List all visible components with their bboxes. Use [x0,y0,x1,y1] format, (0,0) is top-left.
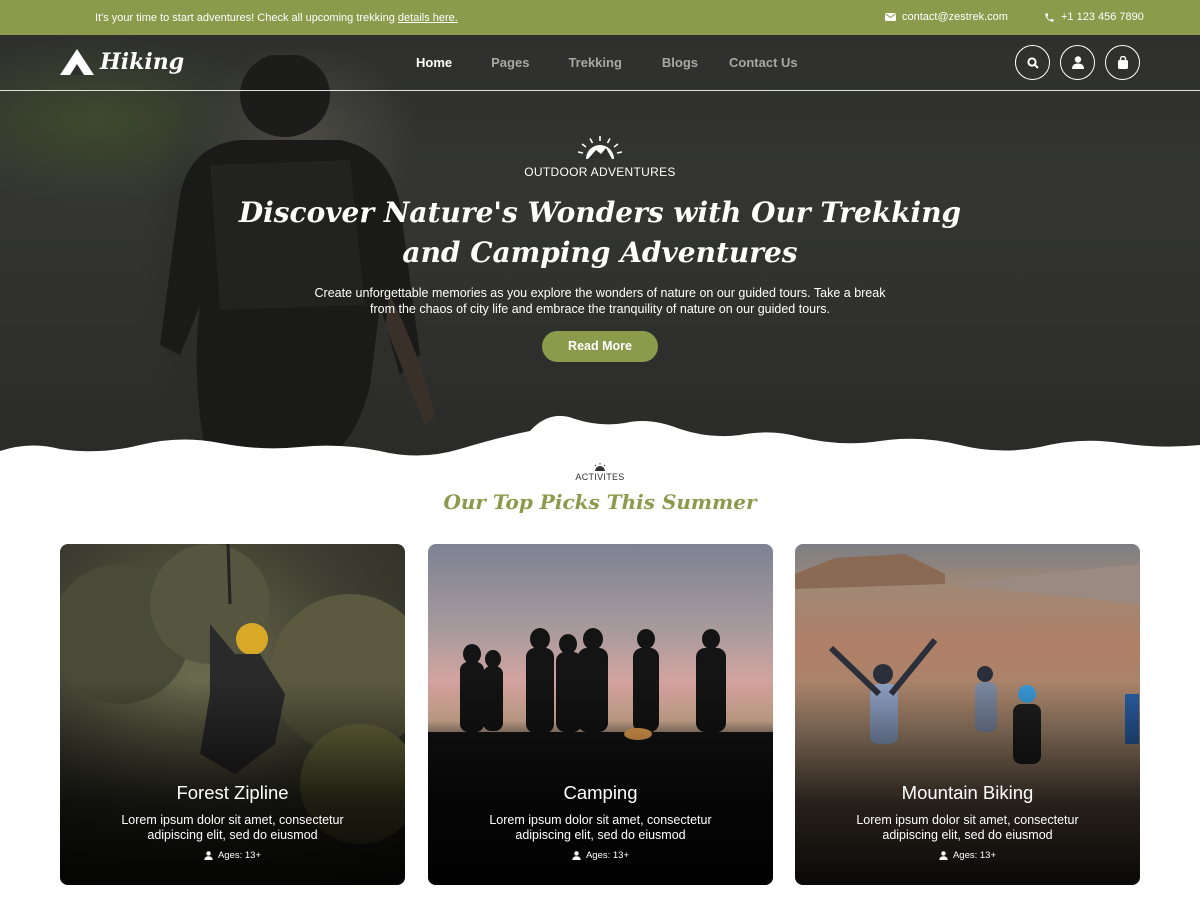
card-title: Camping [563,782,638,803]
sunrise-mountain-icon [577,136,623,159]
mountain-logo-icon [60,49,94,75]
header-icons [1015,45,1140,80]
hero-headline-line1: Discover Nature's Wonders with Our Trekk… [238,196,962,229]
hero-headline-line2: and Camping Adventures [402,236,798,269]
card-description-line2: adipiscing elit, sed do eiusmod [515,828,686,842]
activity-card-forest-zipline[interactable]: Forest Zipline Lorem ipsum dolor sit ame… [60,544,405,885]
card-description: Lorem ipsum dolor sit amet, consectetur … [100,813,365,843]
card-age: Ages: 13+ [795,850,1140,861]
card-age-text: Ages: 13+ [952,850,997,861]
activities-title: Our Top Picks This Summer [443,490,757,514]
activity-card-camping[interactable]: Camping Lorem ipsum dolor sit amet, cons… [428,544,773,885]
announcement: It's your time to start adventures! Chec… [95,12,458,24]
hero-headline: Discover Nature's Wonders with Our Trekk… [0,193,1200,273]
person-icon [572,851,581,860]
bag-icon [1117,56,1128,69]
card-description: Lorem ipsum dolor sit amet, consectetur … [468,813,733,843]
card-description-line1: Lorem ipsum dolor sit amet, consectetur [856,813,1079,827]
person-icon [939,851,948,860]
activity-card-mountain-biking[interactable]: Mountain Biking Lorem ipsum dolor sit am… [795,544,1140,885]
site-logo[interactable]: Hiking [60,49,184,75]
nav-home[interactable]: Home [416,55,452,70]
hero-description-line2: from the chaos of city life and embrace … [370,302,830,316]
search-button[interactable] [1015,45,1050,80]
main-nav: Home Pages Trekking Blogs Contact Us [416,55,798,70]
card-age-text: Ages: 13+ [217,850,262,861]
card-age: Ages: 13+ [60,850,405,861]
card-title: Mountain Biking [901,782,1034,803]
nav-contact-us[interactable]: Contact Us [729,55,798,70]
hero-content: OUTDOOR ADVENTURES Discover Nature's Won… [0,135,1200,362]
nav-pages[interactable]: Pages [491,55,529,70]
card-description: Lorem ipsum dolor sit amet, consectetur … [835,813,1100,843]
card-description-line2: adipiscing elit, sed do eiusmod [882,828,1053,842]
card-description-line1: Lorem ipsum dolor sit amet, consectetur [121,813,344,827]
contact-phone[interactable]: +1 123 456 7890 [1044,11,1144,23]
card-description-line2: adipiscing elit, sed do eiusmod [147,828,318,842]
search-icon [1026,56,1039,69]
main-header: Hiking Home Pages Trekking Blogs Contact… [0,35,1200,91]
card-title: Forest Zipline [176,782,289,803]
top-bar: It's your time to start adventures! Chec… [0,0,1200,35]
small-sunrise-icon [594,463,606,471]
logo-text: Hiking [100,49,185,75]
account-button[interactable] [1060,45,1095,80]
email-text: contact@zestrek.com [902,11,1008,23]
nav-blogs[interactable]: Blogs [662,55,698,70]
hero-tagline: OUTDOOR ADVENTURES [524,165,676,179]
hero-section: Hiking Home Pages Trekking Blogs Contact… [0,35,1200,465]
activities-heading: ACTIVITES Our Top Picks This Summer [0,463,1200,514]
card-description-line1: Lorem ipsum dolor sit amet, consectetur [489,813,712,827]
read-more-button[interactable]: Read More [542,331,658,362]
card-age: Ages: 13+ [428,850,773,861]
hero-description: Create unforgettable memories as you exp… [0,285,1200,317]
details-link[interactable]: details here. [398,12,458,24]
person-icon [204,851,213,860]
announcement-text: It's your time to start adventures! Chec… [95,12,395,24]
cart-button[interactable] [1105,45,1140,80]
phone-text: +1 123 456 7890 [1061,11,1144,23]
contact-email[interactable]: contact@zestrek.com [885,11,1008,23]
user-icon [1071,56,1084,69]
activities-label: ACTIVITES [575,472,625,482]
hero-description-line1: Create unforgettable memories as you exp… [314,286,886,300]
phone-icon [1045,12,1054,22]
nav-trekking[interactable]: Trekking [568,55,621,70]
mail-icon [885,13,896,21]
card-age-text: Ages: 13+ [585,850,630,861]
hero-wave-divider [0,415,1200,465]
